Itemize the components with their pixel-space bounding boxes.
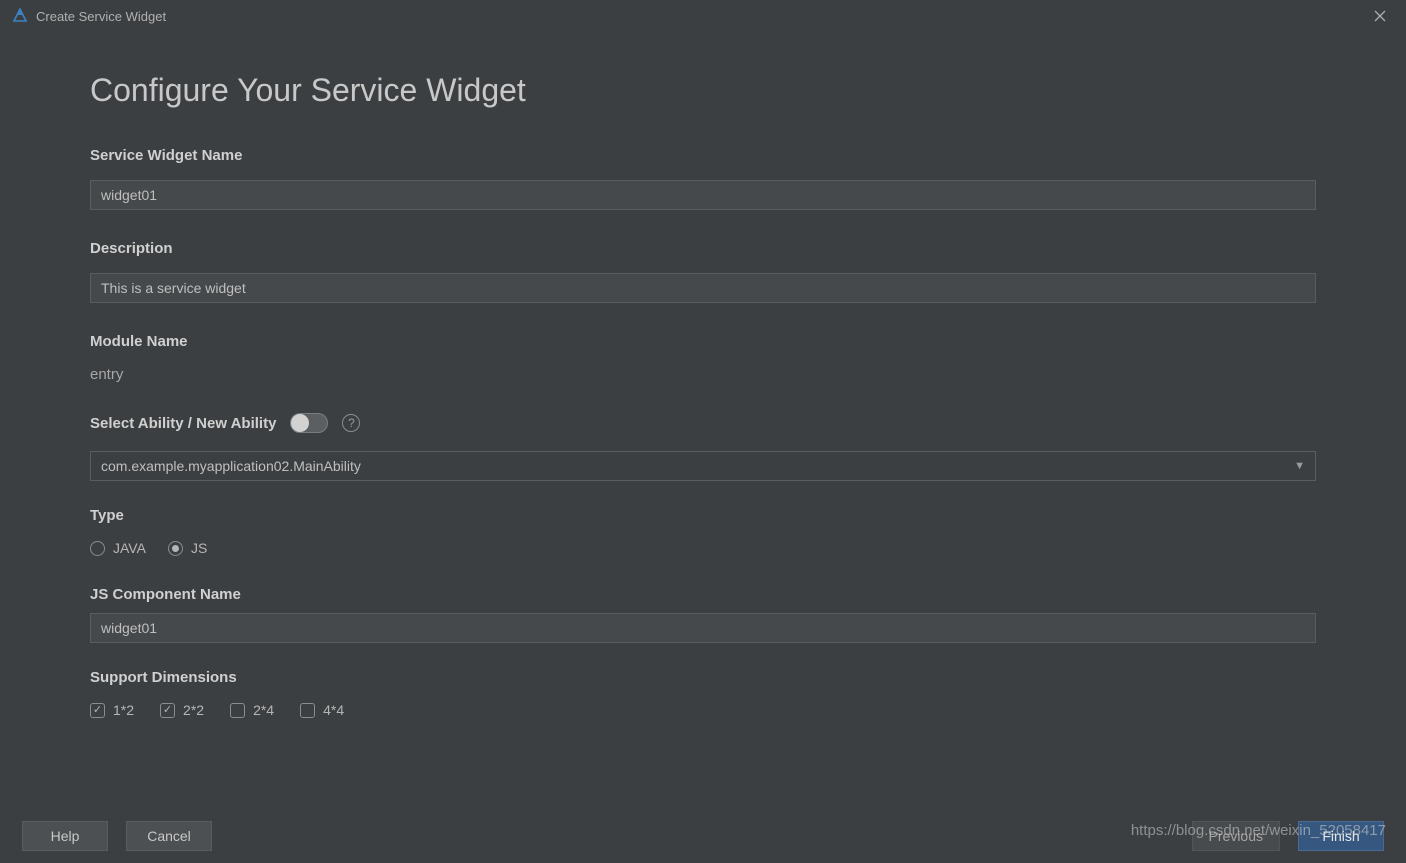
main-content: Configure Your Service Widget Service Wi… [0,32,1406,718]
field-ability: Select Ability / New Ability ? com.examp… [90,413,1316,481]
description-label: Description [90,240,1316,257]
js-component-label: JS Component Name [90,586,1316,603]
ability-toggle[interactable] [290,413,328,433]
checkbox-2x2-label: 2*2 [183,702,204,718]
checkbox-box-icon [230,703,245,718]
toggle-knob-icon [291,414,309,432]
app-logo-icon [12,8,28,24]
module-name-value: entry [90,366,1316,383]
field-widget-name: Service Widget Name [90,147,1316,210]
field-dimensions: Support Dimensions 1*2 2*2 2*4 4*4 [90,669,1316,718]
window-title: Create Service Widget [36,9,166,24]
footer: Help Cancel Previous Finish [0,821,1406,851]
type-radio-group: JAVA JS [90,540,1316,556]
dimensions-label: Support Dimensions [90,669,1316,686]
ability-dropdown-value: com.example.myapplication02.MainAbility [101,458,361,474]
radio-java-label: JAVA [113,540,146,556]
field-type: Type JAVA JS [90,507,1316,556]
field-js-component: JS Component Name [90,586,1316,643]
page-title: Configure Your Service Widget [90,72,1316,109]
checkbox-2x4-label: 2*4 [253,702,274,718]
checkbox-2x2[interactable]: 2*2 [160,702,204,718]
checkbox-box-icon [90,703,105,718]
widget-name-label: Service Widget Name [90,147,1316,164]
cancel-button[interactable]: Cancel [126,821,212,851]
type-label: Type [90,507,1316,524]
checkbox-box-icon [300,703,315,718]
close-icon[interactable] [1366,2,1394,30]
field-description: Description [90,240,1316,303]
titlebar: Create Service Widget [0,0,1406,32]
js-component-input[interactable] [90,613,1316,643]
module-name-label: Module Name [90,333,1316,350]
chevron-down-icon: ▼ [1294,460,1305,472]
dimensions-checkbox-group: 1*2 2*2 2*4 4*4 [90,702,1316,718]
help-icon[interactable]: ? [342,414,360,432]
ability-label: Select Ability / New Ability [90,415,276,432]
field-module-name: Module Name entry [90,333,1316,383]
checkbox-4x4-label: 4*4 [323,702,344,718]
description-input[interactable] [90,273,1316,303]
checkbox-1x2-label: 1*2 [113,702,134,718]
finish-button[interactable]: Finish [1298,821,1384,851]
ability-toggle-row: Select Ability / New Ability ? [90,413,1316,433]
checkbox-4x4[interactable]: 4*4 [300,702,344,718]
help-button[interactable]: Help [22,821,108,851]
checkbox-2x4[interactable]: 2*4 [230,702,274,718]
previous-button[interactable]: Previous [1192,821,1280,851]
ability-dropdown[interactable]: com.example.myapplication02.MainAbility … [90,451,1316,481]
radio-js-label: JS [191,540,207,556]
checkbox-box-icon [160,703,175,718]
radio-js[interactable]: JS [168,540,207,556]
widget-name-input[interactable] [90,180,1316,210]
radio-circle-icon [168,541,183,556]
checkbox-1x2[interactable]: 1*2 [90,702,134,718]
radio-circle-icon [90,541,105,556]
radio-java[interactable]: JAVA [90,540,146,556]
